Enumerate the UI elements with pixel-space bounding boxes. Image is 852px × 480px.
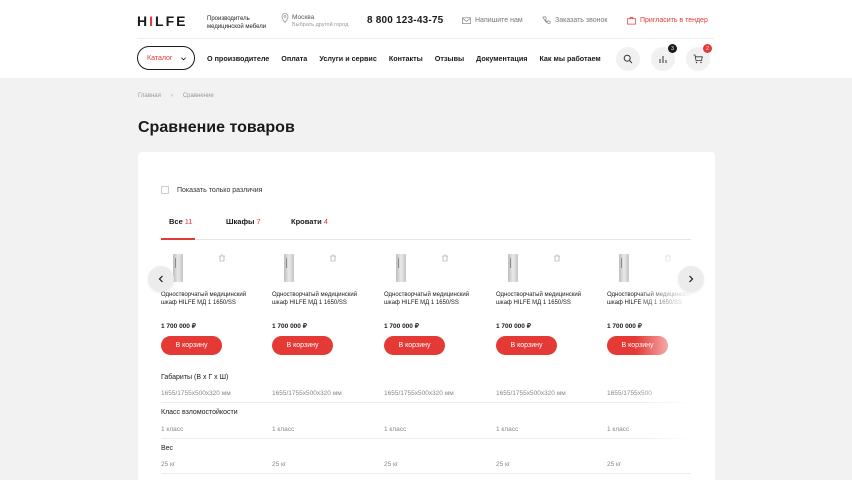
product-name[interactable]: Одностворчатый медицинский шкаф HILFE МД…	[607, 292, 697, 307]
add-to-cart-button[interactable]: В корзину	[607, 336, 668, 355]
phone-number[interactable]: 8 800 123-43-75	[367, 15, 443, 26]
trash-icon[interactable]	[553, 254, 561, 262]
cart-count-badge: 2	[703, 44, 712, 53]
spec-value: 1 класс	[272, 426, 295, 433]
mail-icon	[462, 17, 471, 25]
bar-chart-icon	[659, 56, 667, 63]
spec-value: 1 класс	[161, 426, 184, 433]
trash-icon[interactable]	[441, 254, 449, 262]
only-differences-label: Показать только различия	[177, 186, 263, 194]
nav-item-services[interactable]: Услуги и сервис	[319, 54, 377, 63]
tab-cabinets[interactable]: Шкафы 7	[226, 217, 261, 226]
product-name[interactable]: Одностворчатый медицинский шкаф HILFE МД…	[272, 292, 362, 307]
write-us-link[interactable]: Напишите нам	[462, 16, 523, 25]
add-to-cart-button[interactable]: В корзину	[384, 336, 445, 355]
location-pin-icon	[281, 13, 289, 23]
category-tabs: Все 11 Шкафы 7 Кровати 4	[161, 214, 691, 240]
breadcrumb-current: Сравнение	[182, 93, 214, 99]
nav-item-how-we-work[interactable]: Как мы работаем	[539, 54, 600, 63]
spec-value: 25 кг	[272, 461, 287, 468]
phone-icon	[542, 16, 551, 24]
chevron-right-icon	[689, 275, 694, 283]
spec-value: 1655/1755х500	[607, 390, 652, 397]
tab-all[interactable]: Все 11	[169, 217, 193, 226]
breadcrumb-separator-icon: ›	[170, 93, 173, 99]
compare-button[interactable]: 3	[651, 44, 677, 71]
product-price: 1 700 000 ₽	[496, 323, 531, 330]
cart-button[interactable]: 2	[686, 44, 712, 71]
chevron-left-icon	[158, 275, 163, 283]
product-image[interactable]	[619, 254, 629, 282]
spec-value: 1655/1755х500х320 мм	[161, 390, 231, 397]
spec-label-dimensions: Габариты (В х Г х Ш)	[161, 374, 229, 381]
compare-card: Показать только различия Все 11 Шкафы 7 Кр…	[138, 152, 715, 480]
spec-divider	[161, 438, 691, 439]
chevron-down-icon	[176, 51, 190, 65]
request-call-link[interactable]: Заказать звонок	[542, 16, 607, 25]
carousel-next-button[interactable]	[678, 266, 704, 292]
nav-item-reviews[interactable]: Отзывы	[435, 54, 464, 63]
tagline: Производитель медицинской мебели	[207, 16, 267, 30]
spec-value: 25 кг	[607, 461, 622, 468]
nav-item-about[interactable]: О производителе	[207, 54, 269, 63]
search-button[interactable]	[616, 47, 640, 71]
spec-value: 1655/1755х500х320 мм	[496, 390, 566, 397]
main-nav: О производителе Оплата Услуги и сервис К…	[207, 54, 613, 63]
spec-divider	[161, 402, 691, 403]
briefcase-icon	[627, 16, 636, 25]
add-to-cart-button[interactable]: В корзину	[272, 336, 333, 355]
spec-label-weight: Вес	[161, 445, 174, 452]
spec-value: 25 кг	[161, 461, 176, 468]
product-price: 1 700 000 ₽	[607, 323, 642, 330]
carousel-prev-button[interactable]	[148, 266, 174, 292]
nav-item-docs[interactable]: Документация	[476, 54, 527, 63]
only-differences-toggle[interactable]: Показать только различия	[161, 186, 262, 194]
product-price: 1 700 000 ₽	[272, 323, 307, 330]
spec-divider	[161, 473, 691, 474]
only-differences-checkbox[interactable]	[161, 186, 169, 194]
spec-value: 1655/1755х500х320 мм	[384, 390, 454, 397]
nav-item-contacts[interactable]: Контакты	[389, 54, 423, 63]
product-image[interactable]	[284, 254, 294, 282]
nav-item-payment[interactable]: Оплата	[281, 54, 307, 63]
add-to-cart-button[interactable]: В корзину	[161, 336, 222, 355]
compare-count-badge: 3	[668, 44, 677, 53]
page-title: Сравнение товаров	[138, 119, 295, 136]
site-header: HILFE Производитель медицинской мебели М…	[0, 0, 852, 78]
cart-icon	[693, 54, 703, 64]
trash-icon[interactable]	[218, 254, 226, 262]
spec-value: 25 кг	[384, 461, 399, 468]
spec-label-burglary-class: Класс взломостойкости	[161, 409, 238, 416]
product-price: 1 700 000 ₽	[384, 323, 419, 330]
spec-value: 1 класс	[607, 426, 630, 433]
add-to-cart-button[interactable]: В корзину	[496, 336, 557, 355]
active-tab-indicator	[161, 238, 195, 240]
logo[interactable]: HILFE	[137, 13, 187, 29]
spec-value: 1655/1755х500х320 мм	[272, 390, 342, 397]
product-name[interactable]: Одностворчатый медицинский шкаф HILFE МД…	[161, 292, 251, 307]
tab-beds[interactable]: Кровати 4	[291, 217, 328, 226]
spec-value: 1 класс	[384, 426, 407, 433]
spec-value: 1 класс	[496, 426, 519, 433]
product-name[interactable]: Одностворчатый медицинский шкаф HILFE МД…	[496, 292, 586, 307]
city-current[interactable]: Москва	[292, 14, 314, 21]
product-list: Одностворчатый медицинский шкаф HILFE МД…	[161, 250, 692, 360]
trash-icon[interactable]	[664, 254, 672, 262]
product-price: 1 700 000 ₽	[161, 323, 196, 330]
breadcrumb: Главная › Сравнение	[138, 93, 214, 99]
spec-value: 25 кг	[496, 461, 511, 468]
product-image[interactable]	[396, 254, 406, 282]
trash-icon[interactable]	[329, 254, 337, 262]
breadcrumb-home[interactable]: Главная	[138, 93, 161, 99]
search-icon	[623, 54, 633, 64]
product-name[interactable]: Одностворчатый медицинский шкаф HILFE МД…	[384, 292, 474, 307]
catalog-button[interactable]: Каталог	[137, 46, 195, 70]
city-select-link[interactable]: Выбрать другой город	[292, 22, 348, 28]
product-image[interactable]	[173, 254, 183, 282]
tender-invite-link[interactable]: Пригласить в тендер	[627, 16, 708, 25]
product-image[interactable]	[508, 254, 518, 282]
header-divider	[137, 38, 714, 39]
